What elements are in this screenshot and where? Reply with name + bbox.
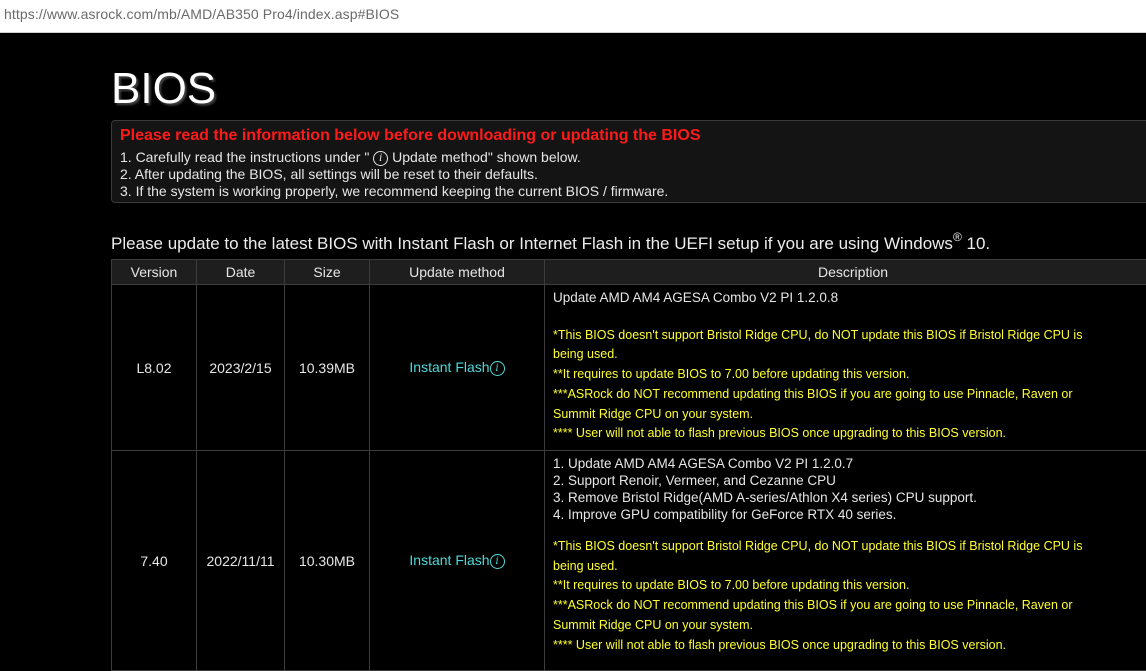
header-size: Size	[285, 260, 370, 285]
instant-flash-link[interactable]: Instant Flashi	[409, 552, 504, 568]
intro-suffix: 10.	[962, 234, 990, 253]
bios-notice-box: Please read the information below before…	[111, 120, 1146, 203]
table-header-row: Version Date Size Update method Descript…	[112, 260, 1146, 285]
bios-table: Version Date Size Update method Descript…	[111, 259, 1146, 671]
notice-line-1: 1. Carefully read the instructions under…	[120, 149, 581, 166]
desc-white-line: 2. Support Renoir, Vermeer, and Cezanne …	[553, 472, 1146, 489]
instant-flash-link[interactable]: Instant Flashi	[409, 359, 504, 375]
info-icon: i	[373, 151, 388, 166]
desc-note-line: ***ASRock do NOT recommend updating this…	[553, 596, 1146, 616]
bios-page: BIOS Please read the information below b…	[0, 34, 1146, 654]
notice-heading: Please read the information below before…	[120, 127, 701, 145]
instant-flash-label[interactable]: Instant Flash	[409, 552, 489, 568]
header-date: Date	[197, 260, 285, 285]
header-description: Description	[545, 260, 1146, 285]
desc-white-line: 1. Update AMD AM4 AGESA Combo V2 PI 1.2.…	[553, 455, 1146, 472]
desc-note-line: *This BIOS doesn't support Bristol Ridge…	[553, 537, 1146, 557]
instant-flash-label[interactable]: Instant Flash	[409, 359, 489, 375]
header-version: Version	[112, 260, 197, 285]
cell-size: 10.39MB	[285, 285, 370, 451]
desc-note-line: **It requires to update BIOS to 7.00 bef…	[553, 365, 1146, 385]
cell-update-method: Instant Flashi	[370, 285, 545, 451]
info-icon[interactable]: i	[490, 361, 505, 376]
cell-description: Update AMD AM4 AGESA Combo V2 PI 1.2.0.8…	[545, 285, 1146, 451]
browser-address-bar[interactable]: https://www.asrock.com/mb/AMD/AB350 Pro4…	[0, 0, 1146, 33]
desc-note-line: being used.	[553, 557, 1146, 577]
notice-line-1-start: 1. Carefully read the instructions under…	[120, 149, 373, 165]
desc-note-line: *This BIOS doesn't support Bristol Ridge…	[553, 326, 1146, 346]
notice-line-2: 2. After updating the BIOS, all settings…	[120, 166, 538, 182]
url-text[interactable]: https://www.asrock.com/mb/AMD/AB350 Pro4…	[4, 6, 399, 22]
cell-version: L8.02	[112, 285, 197, 451]
notice-line-3: 3. If the system is working properly, we…	[120, 183, 668, 199]
desc-note-line: Summit Ridge CPU on your system.	[553, 616, 1146, 636]
cell-date: 2022/11/11	[197, 451, 285, 671]
bios-intro-text: Please update to the latest BIOS with In…	[111, 234, 990, 254]
desc-note-line: **** User will not able to flash previou…	[553, 424, 1146, 444]
desc-note-line: **** User will not able to flash previou…	[553, 636, 1146, 656]
header-update-method: Update method	[370, 260, 545, 285]
desc-note-line: being used.	[553, 345, 1146, 365]
notice-line-1-end: Update method" shown below.	[388, 149, 581, 165]
desc-spacer	[553, 306, 1146, 326]
cell-update-method: Instant Flashi	[370, 451, 545, 671]
desc-spacer	[553, 523, 1146, 537]
cell-date: 2023/2/15	[197, 285, 285, 451]
table-row: 7.40 2022/11/11 10.30MB Instant Flashi 1…	[112, 451, 1146, 671]
registered-mark: ®	[953, 230, 962, 244]
desc-note-line: Summit Ridge CPU on your system.	[553, 405, 1146, 425]
cell-version: 7.40	[112, 451, 197, 671]
intro-main: Please update to the latest BIOS with In…	[111, 234, 953, 253]
desc-white-line: 3. Remove Bristol Ridge(AMD A-series/Ath…	[553, 489, 1146, 506]
desc-note-line: ***ASRock do NOT recommend updating this…	[553, 385, 1146, 405]
desc-white-line: 4. Improve GPU compatibility for GeForce…	[553, 506, 1146, 523]
desc-note-line: **It requires to update BIOS to 7.00 bef…	[553, 576, 1146, 596]
cell-size: 10.30MB	[285, 451, 370, 671]
cell-description: 1. Update AMD AM4 AGESA Combo V2 PI 1.2.…	[545, 451, 1146, 671]
page-title: BIOS	[111, 64, 216, 114]
table-row: L8.02 2023/2/15 10.39MB Instant Flashi U…	[112, 285, 1146, 451]
desc-white-line: Update AMD AM4 AGESA Combo V2 PI 1.2.0.8	[553, 289, 1146, 306]
info-icon[interactable]: i	[490, 554, 505, 569]
